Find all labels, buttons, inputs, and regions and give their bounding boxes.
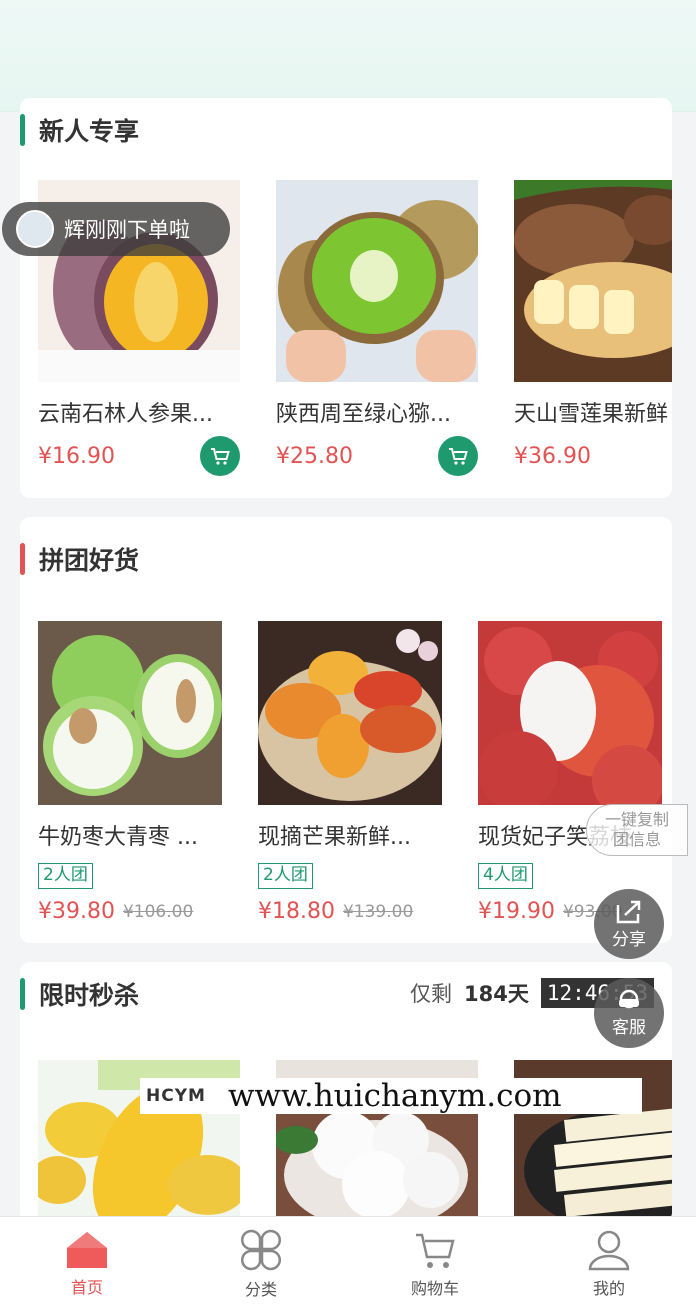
remain-label: 仅剩 (410, 982, 452, 1006)
section-title-text: 拼团好货 (39, 546, 140, 575)
cart-icon (449, 448, 468, 465)
product-price: ¥39.80 ¥106.00 (38, 899, 194, 924)
remain-days: 184天 (464, 982, 529, 1006)
product-card[interactable]: 现摘芒果新鲜... 2人团 ¥18.80 ¥139.00 (258, 621, 442, 924)
original-price: ¥106.00 (122, 901, 194, 922)
product-image (38, 621, 222, 805)
product-price: ¥18.80 ¥139.00 (258, 899, 414, 924)
cart-icon (211, 448, 230, 465)
product-image (258, 621, 442, 805)
watermark-logo: HCYM (146, 1086, 206, 1106)
product-card[interactable]: 现货妃子笑荔枝 4人团 ¥19.90 ¥93.00 (478, 621, 662, 924)
watermark: HCYM www.huichanym.com (140, 1078, 642, 1114)
group-size-badge: 2人团 (258, 863, 313, 889)
user-icon (588, 1230, 630, 1271)
group-size-badge: 4人团 (478, 863, 533, 889)
home-icon (67, 1232, 107, 1268)
product-card[interactable]: 天山雪莲果新鲜 ¥36.90 (514, 180, 672, 469)
tab-label: 分类 (244, 1280, 277, 1299)
section-title-text: 新人专享 (39, 117, 140, 146)
tab-label: 首页 (70, 1278, 103, 1297)
group-buy-section: 拼团好货 牛奶枣大青枣 ... 2人团 ¥39.80 ¥106.00 现摘芒果新鲜… (20, 517, 672, 943)
tab-home[interactable]: 首页 (0, 1217, 174, 1311)
add-to-cart-button[interactable] (200, 436, 240, 476)
headset-icon (619, 989, 639, 1008)
product-name[interactable]: 天山雪莲果新鲜 (514, 400, 672, 430)
section-title: 拼团好货 (20, 527, 139, 591)
bottom-tab-bar: 首页 分类 购物车 我的 (0, 1216, 696, 1311)
product-name[interactable]: 牛奶枣大青枣 ... (38, 823, 222, 853)
category-icon (240, 1229, 282, 1271)
share-button[interactable]: 分享 (594, 889, 664, 959)
section-title: 限时秒杀 (20, 962, 139, 1026)
tab-label: 购物车 (410, 1279, 459, 1298)
avatar (16, 210, 54, 248)
section-title-text: 限时秒杀 (39, 981, 140, 1010)
tab-mine[interactable]: 我的 (522, 1217, 696, 1311)
product-image (276, 180, 478, 382)
order-notice: 辉刚刚下单啦 (2, 202, 230, 256)
product-price: ¥36.90 (514, 444, 591, 469)
copy-group-info-button[interactable]: 一键复制 团信息 (586, 804, 688, 856)
tab-cart[interactable]: 购物车 (348, 1217, 522, 1311)
customer-service-button[interactable]: 客服 (594, 978, 664, 1048)
product-card[interactable]: 陕西周至绿心猕... ¥25.80 (276, 180, 478, 476)
original-price: ¥139.00 (342, 901, 414, 922)
product-price: ¥25.80 (276, 436, 478, 476)
cart-icon (416, 1233, 455, 1268)
section-title: 新人专享 (20, 98, 139, 162)
product-name[interactable]: 现摘芒果新鲜... (258, 823, 442, 853)
notice-text: 辉刚刚下单啦 (64, 218, 190, 242)
product-card[interactable]: 牛奶枣大青枣 ... 2人团 ¥39.80 ¥106.00 (38, 621, 222, 924)
product-price: ¥16.90 (38, 436, 240, 476)
group-size-badge: 2人团 (38, 863, 93, 889)
share-icon (616, 900, 641, 923)
product-image (514, 180, 672, 382)
watermark-url: www.huichanym.com (227, 1078, 562, 1114)
tab-category[interactable]: 分类 (174, 1217, 348, 1311)
add-to-cart-button[interactable] (438, 436, 478, 476)
product-name[interactable]: 云南石林人参果... (38, 400, 240, 430)
tab-label: 我的 (592, 1279, 625, 1298)
newcomer-section: 新人专享 云南石林人参果... ¥16.90 陕西周至绿心猕... ¥25.80 (20, 98, 672, 498)
product-name[interactable]: 陕西周至绿心猕... (276, 400, 478, 430)
product-image (478, 621, 662, 805)
top-header (0, 0, 696, 112)
